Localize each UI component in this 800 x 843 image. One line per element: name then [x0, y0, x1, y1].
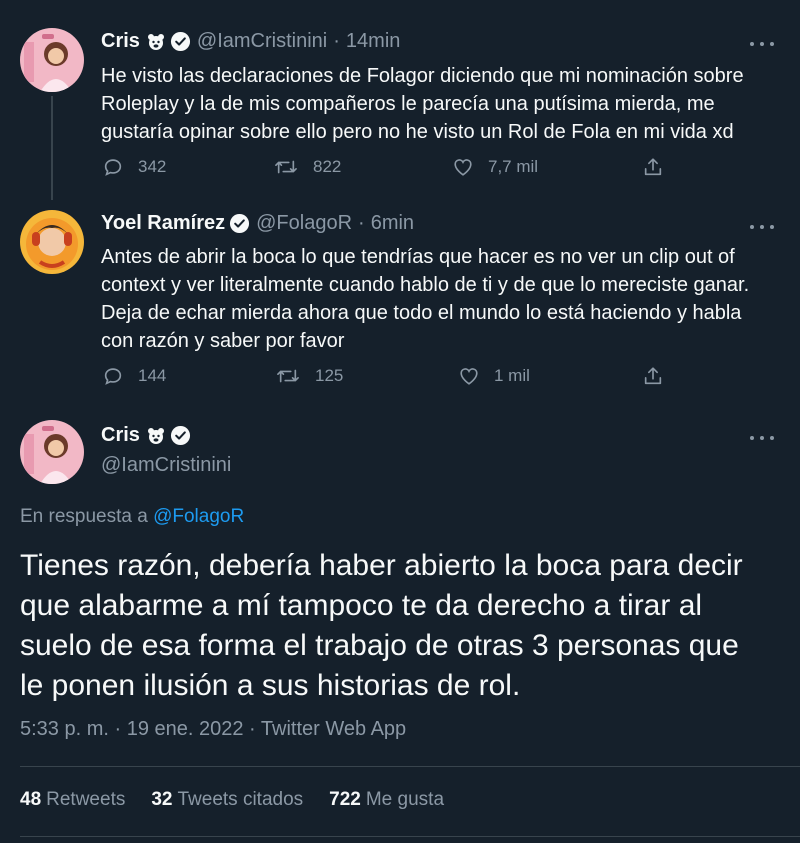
tweet-text-line: Antes de abrir la boca lo que tendrías q… — [101, 246, 735, 268]
avatar-cris[interactable] — [20, 28, 84, 92]
tweet-text: Antes de abrir la boca lo que tendrías q… — [101, 243, 781, 355]
separator-dot: · — [333, 30, 340, 52]
tweet-time[interactable]: 14min — [346, 30, 400, 53]
tweet-text-line: con razón y saber por favor — [101, 330, 345, 352]
separator-dot: · — [358, 212, 365, 234]
retweet-button[interactable]: 125 — [275, 365, 343, 387]
reply-to-link[interactable]: @FolagoR — [153, 506, 244, 527]
like-button[interactable]: 1 mil — [458, 365, 530, 387]
author-name[interactable]: Cris — [101, 30, 140, 53]
main-tweet-text: Tienes razón, debería haber abierto la b… — [20, 546, 780, 706]
bear-face-icon — [146, 426, 166, 446]
retweet-count: 822 — [313, 157, 342, 176]
stat-label: Tweets citados — [177, 789, 304, 810]
stat-count: 722 — [329, 789, 361, 810]
share-button[interactable] — [642, 156, 678, 178]
reply-count: 144 — [138, 366, 167, 385]
tweet-text: He visto las declaraciones de Folagor di… — [101, 62, 781, 146]
avatar-image — [20, 420, 84, 484]
retweet-button[interactable]: 822 — [273, 156, 341, 178]
share-icon — [644, 158, 662, 176]
like-count: 7,7 mil — [488, 157, 539, 176]
engagement-stats: 48 Retweets 32 Tweets citados 722 Me gusta — [20, 789, 444, 811]
stat-quote-tweets[interactable]: 32 Tweets citados — [151, 789, 303, 811]
author-handle[interactable]: @IamCristinini — [101, 454, 231, 477]
tweet-header: Yoel Ramírez @FolagoR · 6min — [101, 212, 414, 235]
retweet-icon — [275, 160, 297, 174]
retweet-icon — [277, 369, 299, 383]
author-handle[interactable]: @IamCristinini — [197, 30, 327, 53]
tweet-timestamp[interactable]: 5:33 p. m. · 19 ene. 2022 · Twitter Web … — [20, 718, 406, 741]
tweet-time[interactable]: 6min — [371, 212, 414, 235]
tweet-text-line: context y ver literalmente cuando hablo … — [101, 274, 750, 296]
share-icon — [644, 367, 662, 385]
like-button[interactable]: 7,7 mil — [452, 156, 538, 178]
divider — [20, 836, 800, 837]
reply-icon — [104, 368, 122, 385]
retweet-count: 125 — [315, 366, 344, 385]
tweet-text-line: gustaría opinar sobre ello pero no he vi… — [101, 121, 734, 143]
tweet-header: Cris — [101, 424, 191, 447]
verified-badge-icon — [229, 213, 250, 234]
avatar-cris[interactable] — [20, 420, 84, 484]
tweet-text-line: Tienes razón, debería haber abierto la b… — [20, 549, 743, 582]
stat-label: Retweets — [46, 789, 126, 810]
divider — [20, 766, 800, 767]
tweet-text-line: suelo de esa forma el trabajo de otras 3… — [20, 629, 739, 662]
reply-context: En respuesta a @FolagoR — [20, 506, 244, 528]
tweet-text-line: Deja de echar mierda ahora que todo el m… — [101, 302, 742, 324]
more-options-button[interactable] — [750, 38, 774, 50]
author-name[interactable]: Cris — [101, 424, 140, 447]
heart-icon — [460, 368, 478, 385]
thread-line — [51, 96, 53, 200]
stat-count: 32 — [151, 789, 173, 810]
bear-face-icon — [146, 32, 166, 52]
verified-badge-icon — [170, 31, 191, 52]
tweet-text-line: He visto las declaraciones de Folagor di… — [101, 65, 744, 87]
author-name[interactable]: Yoel Ramírez — [101, 212, 225, 235]
reply-prefix: En respuesta a — [20, 506, 148, 527]
reply-icon — [104, 159, 122, 176]
reply-button[interactable]: 342 — [102, 156, 166, 178]
avatar-image — [20, 210, 84, 274]
reply-button[interactable]: 144 — [102, 365, 166, 387]
tweet-text-line: Roleplay y la de mis compañeros le parec… — [101, 93, 715, 115]
more-options-button[interactable] — [750, 221, 774, 233]
author-handle[interactable]: @FolagoR — [256, 212, 352, 235]
tweet-text-line: que alabarme a mí tampoco te da derecho … — [20, 589, 703, 622]
tweet-header: Cris @IamCristinini · 14min — [101, 30, 400, 53]
like-count: 1 mil — [494, 366, 530, 385]
stat-count: 48 — [20, 789, 42, 810]
share-button[interactable] — [642, 365, 678, 387]
verified-badge-icon — [170, 425, 191, 446]
stat-label: Me gusta — [365, 789, 445, 810]
avatar-image — [20, 28, 84, 92]
avatar-yoel[interactable] — [20, 210, 84, 274]
more-options-button[interactable] — [750, 432, 774, 444]
heart-icon — [454, 159, 472, 176]
stat-retweets[interactable]: 48 Retweets — [20, 789, 125, 811]
reply-count: 342 — [138, 157, 167, 176]
stat-likes[interactable]: 722 Me gusta — [329, 789, 444, 811]
tweet-text-line: le ponen ilusión a sus historias de rol. — [20, 669, 521, 702]
